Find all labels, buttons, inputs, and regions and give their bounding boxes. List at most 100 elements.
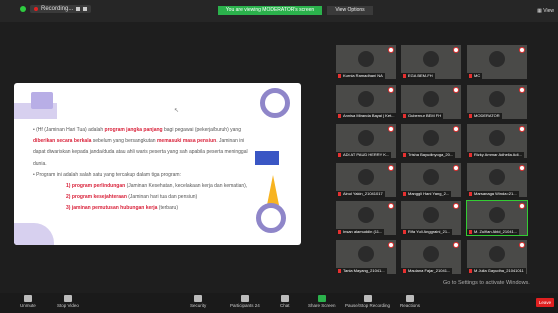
participant-tile[interactable]: Tania Mayang_21041...: [336, 240, 396, 274]
participant-tile[interactable]: Gubernur BEM FH: [401, 85, 461, 119]
hand-raise-icon: [519, 165, 525, 171]
muted-microphone-icon: [469, 269, 472, 273]
participant-video: [358, 246, 374, 262]
recording-indicator: Recording...: [20, 5, 92, 13]
participant-name: Manggli Hani Yang_2...: [401, 191, 452, 197]
folder-icon: [31, 92, 53, 109]
stop-recording-icon[interactable]: [83, 7, 88, 11]
share-screen-label: Share Screen: [308, 303, 336, 308]
view-options-button[interactable]: View Options: [327, 6, 373, 15]
participant-tile[interactable]: MC: [467, 45, 527, 79]
hand-raise-icon: [453, 242, 459, 248]
participant-name: Trisha Bayudinyoga_20...: [401, 152, 456, 158]
participant-video: [423, 91, 439, 107]
hand-raise-icon: [519, 203, 525, 209]
stop-video-button[interactable]: Stop Video: [57, 295, 79, 308]
grid-icon: ▦: [537, 8, 542, 14]
hand-raise-icon: [388, 203, 394, 209]
share-screen-button[interactable]: Share Screen: [308, 295, 336, 308]
viewing-banner: You are viewing MODERATOR's screen: [218, 6, 322, 15]
participant-tile[interactable]: MODERATOR: [467, 85, 527, 119]
participants-count: 24: [254, 303, 260, 308]
participant-name: M Julia Gayudha_21041011: [467, 268, 526, 274]
muted-microphone-icon: [403, 230, 406, 234]
hand-raise-icon: [519, 47, 525, 53]
slide-text: (Jaminan Kesehatan, kecelakaan kerja dan…: [125, 183, 248, 190]
participant-tile[interactable]: EGA BEM-FH: [401, 45, 461, 79]
participant-video: [489, 130, 505, 146]
muted-microphone-icon: [469, 114, 472, 118]
participant-tile[interactable]: Rizky Ammar Adhelia Adi...: [467, 124, 527, 158]
chart-illustration: [255, 151, 279, 165]
participant-name: Tania Mayang_21041...: [336, 268, 387, 274]
pause-recording-button[interactable]: Pause/Stop Recording: [345, 295, 390, 308]
participant-tile[interactable]: M. Zulfian Abid_21041...: [466, 200, 528, 236]
participant-tile[interactable]: Maulana Fajar_21041...: [401, 240, 461, 274]
reactions-button[interactable]: Reactions: [400, 295, 420, 308]
video-camera-icon: [63, 295, 72, 302]
mouse-cursor-icon: ↖: [174, 108, 180, 114]
chat-button[interactable]: Chat: [280, 295, 290, 308]
muted-microphone-icon: [338, 192, 341, 196]
participant-tile[interactable]: Trisha Bayudinyoga_20...: [401, 124, 461, 158]
participant-tile[interactable]: ADI AT PAUD HERRY K...: [336, 124, 396, 158]
participant-tile[interactable]: M Julia Gayudha_21041011: [467, 240, 527, 274]
slide-bullet: • Program ini adalah salah satu yang ter…: [33, 171, 181, 178]
slide-sub-item: 3) jaminan pemutusan hubungan kerja (ter…: [33, 203, 258, 214]
muted-microphone-icon: [338, 114, 341, 118]
traffic-cone-icon: [267, 175, 279, 205]
hand-raise-icon: [388, 87, 394, 93]
recording-dot-icon: [34, 7, 38, 11]
slide-text: (Hf (Jaminan Hari Tua) adalah: [36, 127, 105, 133]
gear-icon: [260, 88, 290, 118]
participant-video: [358, 51, 374, 67]
recording-icon: [363, 295, 372, 302]
unmute-label: Unmute: [20, 303, 36, 308]
muted-microphone-icon: [403, 153, 406, 157]
slide-highlight: program perlindungan: [71, 183, 126, 190]
leave-button[interactable]: Leave: [536, 298, 554, 307]
participant-name: EGA BEM-FH: [401, 73, 435, 79]
windows-activation-watermark: Go to Settings to activate Windows.: [443, 280, 530, 286]
security-label: Security: [190, 303, 207, 308]
hand-raise-icon: [453, 126, 459, 132]
participant-tile[interactable]: Ainul Yakin_21041017: [336, 163, 396, 197]
hand-raise-icon: [519, 126, 525, 132]
hand-raise-icon: [388, 242, 394, 248]
view-button[interactable]: ▦ View: [537, 8, 554, 14]
muted-microphone-icon: [338, 74, 341, 78]
view-label: View: [543, 8, 554, 14]
muted-microphone-icon: [338, 269, 341, 273]
participant-tile[interactable]: Rifa Yuli Anggraini_21...: [401, 201, 461, 235]
unmute-button[interactable]: Unmute: [20, 295, 36, 308]
slide-text: (terbaru): [157, 205, 178, 212]
reactions-icon: [406, 295, 414, 302]
microphone-icon: [23, 295, 32, 302]
security-button[interactable]: Security: [190, 295, 206, 308]
hand-raise-icon: [388, 47, 394, 53]
hand-raise-icon: [453, 165, 459, 171]
participant-tile[interactable]: Insan alamuddin (11...: [336, 201, 396, 235]
participant-video: [489, 246, 505, 262]
participants-icon: [240, 295, 249, 302]
slide-highlight: memasuki masa pensiun: [156, 138, 217, 145]
chat-label: Chat: [280, 303, 290, 308]
participant-name: Maulana Fajar_21041...: [401, 268, 453, 274]
participant-tile[interactable]: Kurnia Ramadhani NA: [336, 45, 396, 79]
slide-text: bagi pegawai (pekerja/buruh) yang: [162, 127, 241, 133]
participant-video: [423, 246, 439, 262]
participant-tile[interactable]: Manggli Hani Yang_2...: [401, 163, 461, 197]
participant-tile[interactable]: Annisa Miranda Bayai | Ket...: [336, 85, 396, 119]
pause-recording-icon[interactable]: [76, 7, 81, 11]
participants-button[interactable]: Participants 24: [230, 295, 260, 308]
participant-tile[interactable]: Marsanaga Winda=21...: [467, 163, 527, 197]
participant-name: MODERATOR: [467, 113, 502, 119]
muted-microphone-icon: [403, 192, 406, 196]
muted-microphone-icon: [403, 114, 406, 118]
slide-highlight: diberikan secara berkala: [33, 138, 92, 145]
shared-slide: ↖ • (Hf (Jaminan Hari Tua) adalah progra…: [14, 83, 301, 245]
shield-icon: [194, 295, 203, 302]
meeting-top-bar: Recording... You are viewing MODERATOR's…: [0, 0, 558, 22]
muted-microphone-icon: [338, 230, 341, 234]
shield-icon: [20, 6, 26, 12]
